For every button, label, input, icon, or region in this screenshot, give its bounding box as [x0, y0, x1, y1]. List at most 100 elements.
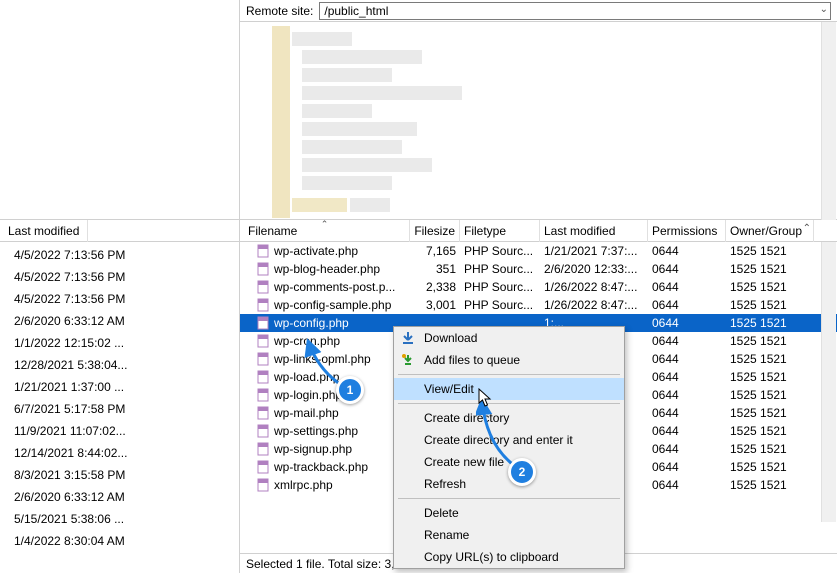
local-tree[interactable]	[0, 0, 239, 220]
file-size: 7,165	[410, 244, 460, 258]
php-file-icon	[256, 478, 270, 492]
file-type: PHP Sourc...	[460, 262, 540, 276]
menu-rename[interactable]: Rename	[394, 524, 624, 546]
file-permissions: 0644	[648, 424, 726, 438]
col-filename[interactable]: ⌃ Filename	[240, 220, 410, 242]
remote-site-bar: Remote site: /public_html ⌄	[240, 0, 837, 22]
file-name: wp-cron.php	[274, 334, 340, 348]
file-name: wp-mail.php	[274, 406, 339, 420]
remote-path-input[interactable]: /public_html ⌄	[319, 2, 831, 20]
local-list-item[interactable]: 4/5/2022 7:13:56 PM	[0, 266, 239, 288]
php-file-icon	[256, 262, 270, 276]
col-filesize[interactable]: Filesize	[410, 220, 460, 242]
local-list-item[interactable]: 12/28/2021 5:38:04...	[0, 354, 239, 376]
remote-site-label: Remote site:	[246, 4, 313, 18]
file-name: wp-links-opml.php	[274, 352, 371, 366]
file-modified: 2/6/2020 12:33:...	[540, 262, 648, 276]
menu-copy-urls[interactable]: Copy URL(s) to clipboard	[394, 546, 624, 568]
file-permissions: 0644	[648, 280, 726, 294]
menu-create-directory[interactable]: Create directory	[394, 407, 624, 429]
file-owner: 1525 1521	[726, 424, 814, 438]
file-row[interactable]: wp-comments-post.p...2,338PHP Sourc...1/…	[240, 278, 837, 296]
local-list-item[interactable]: 4/5/2022 7:13:56 PM	[0, 244, 239, 266]
file-row[interactable]: wp-blog-header.php 351PHP Sourc...2/6/202…	[240, 260, 837, 278]
file-owner: 1525 1521	[726, 316, 814, 330]
local-list-item[interactable]: 8/3/2021 3:15:58 PM	[0, 464, 239, 486]
local-list-item[interactable]: 1/4/2022 8:30:04 AM	[0, 530, 239, 552]
menu-separator	[398, 374, 620, 375]
menu-create-directory-enter[interactable]: Create directory and enter it	[394, 429, 624, 451]
annotation-badge-1: 1	[336, 376, 364, 404]
file-row[interactable]: wp-config-sample.php3,001PHP Sourc...1/2…	[240, 296, 837, 314]
local-list-item[interactable]: 12/14/2021 8:44:02...	[0, 442, 239, 464]
col-last-modified[interactable]: Last modified	[0, 220, 88, 242]
file-name: wp-config.php	[274, 316, 349, 330]
annotation-badge-2: 2	[508, 458, 536, 486]
local-list-item[interactable]: 5/15/2021 5:38:06 ...	[0, 508, 239, 530]
file-size: 351	[410, 262, 460, 276]
remote-file-header[interactable]: ⌃ Filename Filesize Filetype Last modifi…	[240, 220, 837, 242]
file-owner: 1525 1521	[726, 334, 814, 348]
local-list-item[interactable]: 4/5/2022 7:13:56 PM	[0, 288, 239, 310]
php-file-icon	[256, 370, 270, 384]
file-type: PHP Sourc...	[460, 244, 540, 258]
file-permissions: 0644	[648, 460, 726, 474]
menu-download[interactable]: Download	[394, 327, 624, 349]
php-file-icon	[256, 424, 270, 438]
sort-ascending-icon: ⌃	[321, 220, 329, 230]
file-owner: 1525 1521	[726, 280, 814, 294]
file-owner: 1525 1521	[726, 442, 814, 456]
php-file-icon	[256, 334, 270, 348]
menu-separator	[398, 403, 620, 404]
file-owner: 1525 1521	[726, 352, 814, 366]
file-owner: 1525 1521	[726, 478, 814, 492]
local-list-item[interactable]: 6/7/2021 5:17:58 PM	[0, 398, 239, 420]
local-list-item[interactable]: 1/21/2021 1:37:00 ...	[0, 376, 239, 398]
file-permissions: 0644	[648, 478, 726, 492]
tree-scrollbar[interactable]	[821, 22, 836, 220]
file-permissions: 0644	[648, 370, 726, 384]
file-permissions: 0644	[648, 262, 726, 276]
file-name: wp-settings.php	[274, 424, 358, 438]
file-name: xmlrpc.php	[274, 478, 333, 492]
file-owner: 1525 1521	[726, 262, 814, 276]
col-permissions[interactable]: Permissions	[648, 220, 726, 242]
file-permissions: 0644	[648, 334, 726, 348]
file-row[interactable]: wp-activate.php7,165PHP Sourc...1/21/202…	[240, 242, 837, 260]
local-list-item[interactable]: 1/1/2022 12:15:02 ...	[0, 332, 239, 354]
local-list[interactable]: 4/5/2022 7:13:56 PM4/5/2022 7:13:56 PM4/…	[0, 242, 239, 554]
file-modified: 1/26/2022 8:47:...	[540, 280, 648, 294]
php-file-icon	[256, 460, 270, 474]
file-name: wp-blog-header.php	[274, 262, 380, 276]
php-file-icon	[256, 280, 270, 294]
file-permissions: 0644	[648, 244, 726, 258]
remote-tree[interactable]	[240, 22, 837, 220]
php-file-icon	[256, 352, 270, 366]
php-file-icon	[256, 406, 270, 420]
col-filetype[interactable]: Filetype	[460, 220, 540, 242]
file-permissions: 0644	[648, 406, 726, 420]
php-file-icon	[256, 298, 270, 312]
filelist-scrollbar[interactable]	[821, 242, 836, 522]
local-list-item[interactable]: 2/6/2020 6:33:12 AM	[0, 486, 239, 508]
col-lastmodified[interactable]: Last modified	[540, 220, 648, 242]
file-name: wp-signup.php	[274, 442, 352, 456]
local-list-header[interactable]: Last modified	[0, 220, 239, 242]
menu-add-queue[interactable]: Add files to queue	[394, 349, 624, 371]
file-owner: 1525 1521	[726, 460, 814, 474]
local-panel: Last modified 4/5/2022 7:13:56 PM4/5/202…	[0, 0, 240, 573]
file-owner: 1525 1521	[726, 244, 814, 258]
scroll-up-icon[interactable]: ⌃	[803, 223, 811, 234]
local-list-item[interactable]: 11/9/2021 11:07:02...	[0, 420, 239, 442]
col-owner-group[interactable]: Owner/Group ⌃	[726, 220, 814, 242]
file-name: wp-login.php	[274, 388, 342, 402]
menu-view-edit[interactable]: View/Edit	[394, 378, 624, 400]
chevron-down-icon[interactable]: ⌄	[820, 4, 828, 15]
local-list-item[interactable]: 2/6/2020 6:33:12 AM	[0, 310, 239, 332]
file-modified: 1/21/2021 7:37:...	[540, 244, 648, 258]
file-size: 2,338	[410, 280, 460, 294]
remote-path-value: /public_html	[324, 4, 388, 18]
php-file-icon	[256, 316, 270, 330]
menu-delete[interactable]: Delete	[394, 502, 624, 524]
file-type: PHP Sourc...	[460, 280, 540, 294]
